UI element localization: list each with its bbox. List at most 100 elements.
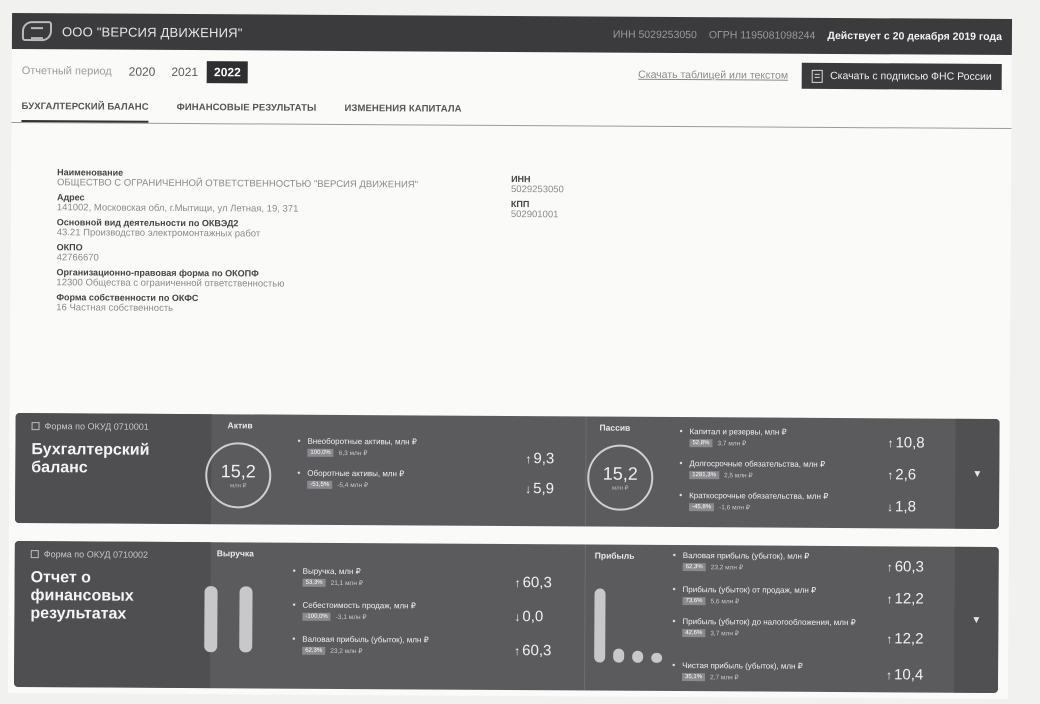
delta-value: 10,8	[895, 434, 925, 452]
tab-balance[interactable]: БУХГАЛТЕРСКИЙ БАЛАНС	[21, 95, 149, 123]
liabilities-unit: млн ₽	[611, 485, 629, 492]
assets-delta-noncurrent: ↑ 9,3	[525, 450, 554, 467]
delta-value: 0,0	[522, 608, 544, 626]
arrow-up-icon: ↑	[887, 436, 894, 451]
assets-item-current: Оборотные активы, млн ₽ -51,5% -5,4 млн ₽	[307, 469, 404, 490]
profit-bar	[632, 650, 644, 663]
period-label: Отчетный период	[21, 65, 112, 78]
top-bar: ООО "ВЕРСИЯ ДВИЖЕНИЯ" ИНН 5029253050 ОГР…	[11, 12, 1013, 56]
assets-item-noncurrent: Внеоборотные активы, млн ₽ 100,0% 6,3 млн…	[307, 437, 417, 458]
tab-capital-changes[interactable]: ИЗМЕНЕНИЯ КАПИТАЛА	[344, 97, 461, 125]
company-details: Наименование ОБЩЕСТВО С ОГРАНИЧЕННОЙ ОТВ…	[56, 163, 487, 319]
balance-expand-button[interactable]: ▼	[954, 418, 1000, 529]
liabilities-item-label: Капитал и резервы, млн ₽	[689, 427, 787, 437]
okpo-value: 42766670	[56, 252, 99, 264]
pct-badge: 42,6%	[682, 629, 706, 638]
inn-text: ИНН 5029253050	[612, 28, 697, 42]
profit-bar	[651, 652, 663, 663]
pct-badge: 73,6%	[682, 597, 706, 606]
pct-badge: 62,3%	[682, 563, 706, 572]
delta-value: 5,9	[533, 480, 555, 498]
company-name[interactable]: ООО "ВЕРСИЯ ДВИЖЕНИЯ"	[62, 24, 243, 40]
liabilities-delta-shortterm: ↓ 1,8	[887, 498, 916, 515]
arrow-down-icon: ↓	[887, 500, 894, 515]
pct-badge: -45,8%	[689, 503, 715, 512]
registration-info: ИНН 5029253050 ОГРН 1195081098244 Действ…	[613, 29, 1002, 43]
revenue-item-label: Выручка, млн ₽	[302, 566, 361, 577]
arrow-up-icon: ↑	[525, 452, 532, 467]
okopf-value: 12300 Общества с ограниченной ответствен…	[56, 277, 285, 290]
liabilities-item-longterm: Долгосрочные обязательства, млн ₽ 1281,3…	[689, 459, 825, 480]
profit-item-net: Чистая прибыль (убыток), млн ₽ 35,1% 2,7 …	[682, 661, 803, 682]
profit-item-label: Прибыль (убыток) до налогообложения, млн…	[682, 617, 856, 628]
arrow-up-icon: ↑	[514, 576, 521, 591]
sub-value: 6,3 млн ₽	[338, 449, 368, 458]
balance-title: Бухгалтерский баланс	[31, 441, 150, 477]
sub-value: -5,4 млн ₽	[337, 481, 369, 490]
arrow-up-icon: ↑	[514, 644, 521, 659]
sub-value: -1,6 млн ₽	[719, 504, 750, 512]
status-text: Действует с 20 декабря 2019 года	[827, 29, 1002, 43]
okved-value: 43.21 Производство электромонтажных рабо…	[56, 227, 261, 240]
arrow-down-icon: ↓	[525, 482, 532, 497]
pct-badge: 52,8%	[689, 439, 713, 448]
profit-item-label: Прибыль (убыток) от продаж, млн ₽	[682, 585, 817, 595]
liabilities-item-label: Краткосрочные обязательства, млн ₽	[689, 491, 829, 501]
results-okud: Форма по ОКУД 0710002	[30, 549, 195, 560]
assets-section: Актив 15,2 млн ₽ Внеоборотные активы, мл…	[205, 414, 584, 526]
liabilities-item-equity: Капитал и резервы, млн ₽ 52,8% 3,7 млн ₽	[689, 427, 787, 448]
results-card[interactable]: Форма по ОКУД 0710002 Отчет о финансовых…	[13, 540, 999, 693]
liabilities-total: 15,2	[602, 463, 638, 484]
profit-title: Прибыль	[594, 550, 635, 561]
balance-okud: Форма по ОКУД 0710001	[31, 421, 196, 432]
pct-badge: 35,1%	[682, 673, 706, 682]
revenue-item-revenue: Выручка, млн ₽ 53,3% 21,1 млн ₽	[302, 566, 363, 588]
assets-unit: млн ₽	[229, 483, 247, 490]
year-2021-button[interactable]: 2021	[164, 61, 205, 83]
revenue-item-label: Валовая прибыль (убыток), млн ₽	[302, 634, 429, 645]
download-fns-button[interactable]: Скачать с подписью ФНС России	[802, 62, 1002, 90]
profit-item-label: Валовая прибыль (убыток), млн ₽	[682, 551, 810, 561]
liabilities-title: Пассив	[599, 422, 631, 433]
document-icon	[812, 69, 824, 83]
arrow-down-icon: ↓	[514, 610, 521, 625]
profit-delta-pretax: ↑ 12,2	[886, 630, 923, 647]
balance-card-header: Форма по ОКУД 0710001 Бухгалтерский бала…	[14, 412, 212, 525]
results-title: Отчет о финансовых результатах	[30, 569, 134, 623]
company-logo-icon[interactable]	[21, 21, 53, 42]
revenue-item-cost: Себестоимость продаж, млн ₽ -100,0% -3,1 …	[302, 601, 416, 622]
arrow-up-icon: ↑	[886, 592, 893, 607]
results-card-header: Форма по ОКУД 0710002 Отчет о финансовых…	[13, 540, 211, 689]
balance-card[interactable]: Форма по ОКУД 0710001 Бухгалтерский бала…	[14, 412, 1000, 529]
chevron-down-icon: ▼	[972, 468, 983, 480]
year-2022-button[interactable]: 2022	[207, 61, 248, 84]
kpp-value: 502901001	[510, 209, 559, 221]
assets-total: 15,2	[220, 461, 256, 482]
sub-value: 21,1 млн ₽	[330, 579, 363, 588]
delta-value: 9,3	[533, 450, 555, 468]
delta-value: 2,6	[895, 466, 917, 484]
profit-bar	[594, 588, 606, 663]
delta-value: 12,2	[894, 630, 924, 648]
ogrn-text: ОГРН 1195081098244	[708, 29, 816, 42]
assets-item-label: Внеоборотные активы, млн ₽	[307, 436, 417, 447]
tab-financial-results[interactable]: ФИНАНСОВЫЕ РЕЗУЛЬТАТЫ	[177, 96, 317, 124]
revenue-bar	[239, 586, 253, 653]
year-2020-button[interactable]: 2020	[122, 61, 163, 83]
liabilities-section: Пассив 15,2 млн ₽ Капитал и резервы, млн…	[587, 416, 956, 528]
results-expand-button[interactable]: ▼	[953, 546, 999, 693]
page: ООО "ВЕРСИЯ ДВИЖЕНИЯ" ИНН 5029253050 ОГР…	[7, 12, 1013, 700]
balance-okud-text: Форма по ОКУД 0710001	[44, 421, 149, 432]
pct-badge: -100,0%	[302, 612, 331, 621]
sub-value: 3,7 млн ₽	[710, 630, 739, 638]
download-table-link[interactable]: Скачать таблицей или текстом	[638, 69, 788, 82]
sub-value: 23,2 млн ₽	[330, 647, 363, 656]
profit-item-sales: Прибыль (убыток) от продаж, млн ₽ 73,6% 5…	[682, 585, 816, 606]
report-tabs: БУХГАЛТЕРСКИЙ БАЛАНС ФИНАНСОВЫЕ РЕЗУЛЬТА…	[11, 94, 1012, 130]
period-selector: Отчетный период 2020 2021 2022 Скачать т…	[12, 55, 1012, 93]
address-value: 141002, Московская обл, г.Мытищи, ул Лет…	[56, 202, 299, 215]
sub-value: 2,5 млн ₽	[723, 472, 753, 480]
revenue-delta-cost: ↓ 0,0	[514, 608, 543, 625]
liabilities-delta-longterm: ↑ 2,6	[887, 466, 916, 483]
profit-delta-net: ↑ 10,4	[886, 666, 923, 683]
